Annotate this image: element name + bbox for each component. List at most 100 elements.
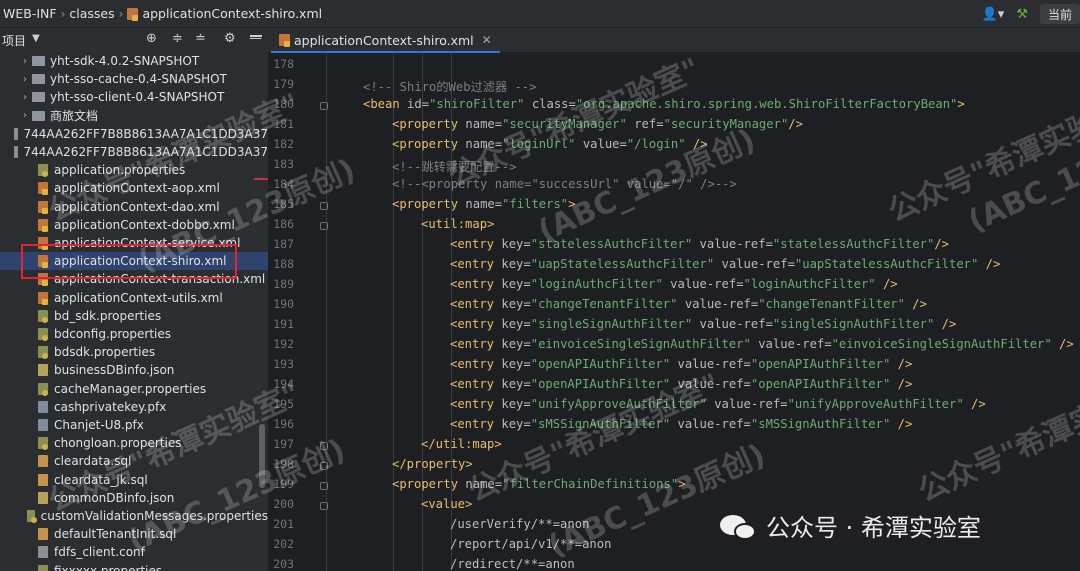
code-line-184: <!--<property name="successUrl" value="/… [392, 177, 737, 191]
build-hammer-icon[interactable]: ⚒ [1016, 7, 1028, 22]
line-number: 187 [273, 237, 294, 251]
code-line-entry: <entry key="openAPIAuthFilter" value-ref… [450, 357, 913, 371]
breadcrumb: WEB-INF › classes › applicationContext-s… [0, 0, 1080, 28]
props-file-icon [38, 564, 48, 571]
breadcrumb-webinf[interactable]: WEB-INF [0, 0, 60, 28]
json-file-icon [38, 491, 48, 504]
close-icon[interactable]: ✕ [482, 33, 492, 47]
error-marker [254, 178, 268, 180]
wechat-brand: 公众号 · 希潭实验室 [720, 508, 981, 543]
breadcrumb-classes[interactable]: classes [66, 0, 117, 28]
tree-item[interactable]: application.properties [0, 161, 268, 179]
xml-file-icon [38, 182, 48, 196]
line-number: 189 [273, 277, 294, 291]
code-line-197: </util:map> [421, 437, 502, 451]
code-line-182: <property name="loginUrl" value="/login"… [392, 137, 708, 151]
expand-all-icon[interactable]: ≑ [172, 31, 183, 46]
tree-item[interactable]: Chanjet-U8.pfx [0, 416, 268, 434]
props-file-icon [38, 328, 48, 342]
line-number: 196 [273, 417, 294, 431]
tree-item[interactable]: defaultTenantInit.sql [0, 525, 268, 543]
chevron-down-icon[interactable]: ▼ [32, 33, 40, 44]
props-file-icon [38, 382, 48, 396]
tree-item[interactable]: bd_sdk.properties [0, 307, 268, 325]
tree-item[interactable]: fixxxxx.properties [0, 562, 268, 571]
tree-item-label: businessDBinfo.json [54, 363, 175, 378]
tree-item-label: defaultTenantInit.sql [54, 527, 177, 542]
gen-file-icon [13, 146, 18, 159]
tree-item[interactable]: customValidationMessages.properties [0, 507, 268, 525]
code-line-entry: <entry key="sMSSignAuthFilter" value-ref… [450, 417, 913, 431]
pfx-file-icon [38, 400, 48, 413]
tree-item[interactable]: › 商旅文档 [0, 107, 268, 125]
tree-item[interactable]: bdconfig.properties [0, 325, 268, 343]
tree-item[interactable]: cleardata.sql [0, 452, 268, 470]
gear-icon[interactable]: ⚙ [224, 31, 236, 46]
sql-file-icon [38, 473, 48, 486]
run-config-select[interactable]: 当前 [1039, 4, 1080, 24]
line-number: 195 [273, 397, 294, 411]
sql-file-icon [38, 455, 48, 468]
tree-item[interactable]: applicationContext-aop.xml [0, 179, 268, 197]
locate-target-icon[interactable]: ⊕ [146, 31, 157, 46]
project-panel-title[interactable]: 项目 [2, 32, 26, 49]
line-number: 186 [273, 217, 294, 231]
chevron-right-icon[interactable]: › [18, 110, 32, 121]
tree-item[interactable]: businessDBinfo.json [0, 361, 268, 379]
tree-item-label: yht-sdk-4.0.2-SNAPSHOT [50, 54, 200, 69]
tree-item-label: 744AA262FF7B8B8613AA7A1C1DD3A37 [23, 145, 268, 160]
tree-item[interactable]: › yht-sso-cache-0.4-SNAPSHOT [0, 70, 268, 88]
tree-item[interactable]: 744AA262FF7B8B8613AA7A1C1DD3A37 [0, 143, 268, 161]
tree-item-label: Chanjet-U8.pfx [54, 418, 144, 433]
conf-file-icon [38, 546, 48, 559]
nav-right-icons: 👤▾ ⚒ 当前 [976, 0, 1080, 28]
chevron-right-icon[interactable]: › [18, 92, 32, 103]
line-number: 190 [273, 297, 294, 311]
tree-item[interactable]: chongloan.properties [0, 434, 268, 452]
code-line-200: <value> [421, 497, 473, 511]
line-number: 185 [273, 197, 294, 211]
tab-applicationcontext-shiro[interactable]: applicationContext-shiro.xml ✕ [271, 29, 500, 53]
tab-label: applicationContext-shiro.xml [294, 32, 474, 48]
tree-item-label: bdconfig.properties [54, 327, 172, 342]
tree-item[interactable]: fdfs_client.conf [0, 543, 268, 561]
line-number: 178 [273, 57, 294, 71]
code-line-entry: <entry key="changeTenantFilter" value-re… [450, 297, 927, 311]
chevron-right-icon[interactable]: › [18, 56, 32, 67]
tree-item[interactable]: 744AA262FF7B8B8613AA7A1C1DD3A37 [0, 125, 268, 143]
tree-scrollbar[interactable] [259, 424, 265, 488]
user-icon[interactable]: 👤▾ [982, 7, 1005, 22]
code-line-entry: <entry key="openAPIAuthFilter" value-ref… [450, 377, 913, 391]
tree-item-label: 744AA262FF7B8B8613AA7A1C1DD3A37 [23, 126, 268, 141]
code-line-entry: <entry key="statelessAuthcFilter" value-… [450, 237, 950, 251]
tree-item[interactable]: bdsdk.properties [0, 343, 268, 361]
code-line-186: <util:map> [421, 217, 495, 231]
tree-item-label: applicationContext-utils.xml [54, 290, 223, 305]
code-line-entry: <entry key="einvoiceSingleSignAuthFilter… [450, 337, 1074, 351]
tree-item[interactable]: cacheManager.properties [0, 380, 268, 398]
tree-item-label: applicationContext-aop.xml [54, 181, 220, 196]
tree-item-label: cleardata_jk.sql [54, 472, 148, 487]
xml-file-icon [38, 291, 48, 305]
code-editor[interactable]: 178 179 180 181 182 183 184 185 186 187 188 189 190 1… [268, 53, 1080, 571]
tree-item[interactable]: › yht-sso-client-0.4-SNAPSHOT [0, 88, 268, 106]
tree-item[interactable]: cashprivatekey.pfx [0, 398, 268, 416]
tree-item[interactable]: applicationContext-dobbo.xml [0, 216, 268, 234]
props-file-icon [27, 510, 38, 524]
hide-panel-icon[interactable]: — [249, 31, 262, 46]
chevron-right-icon[interactable]: › [18, 74, 32, 85]
code-line-entry: <entry key="singleSignAuthFilter" value-… [450, 317, 957, 331]
tree-item-label: applicationContext-dao.xml [54, 199, 220, 214]
gutter-separator [326, 53, 327, 571]
breadcrumb-file[interactable]: applicationContext-shiro.xml [124, 0, 325, 28]
tree-item-label: application.properties [54, 163, 186, 178]
line-number: 194 [273, 377, 294, 391]
tree-item[interactable]: applicationContext-utils.xml [0, 289, 268, 307]
tree-item[interactable]: cleardata_jk.sql [0, 471, 268, 489]
code-line-185: <property name="filters"> [392, 197, 576, 211]
tree-item[interactable]: commonDBinfo.json [0, 489, 268, 507]
tree-item[interactable]: › yht-sdk-4.0.2-SNAPSHOT [0, 52, 268, 70]
tree-item-label: commonDBinfo.json [54, 490, 175, 505]
tree-item[interactable]: applicationContext-dao.xml [0, 198, 268, 216]
collapse-all-icon[interactable]: ≐ [195, 31, 206, 46]
